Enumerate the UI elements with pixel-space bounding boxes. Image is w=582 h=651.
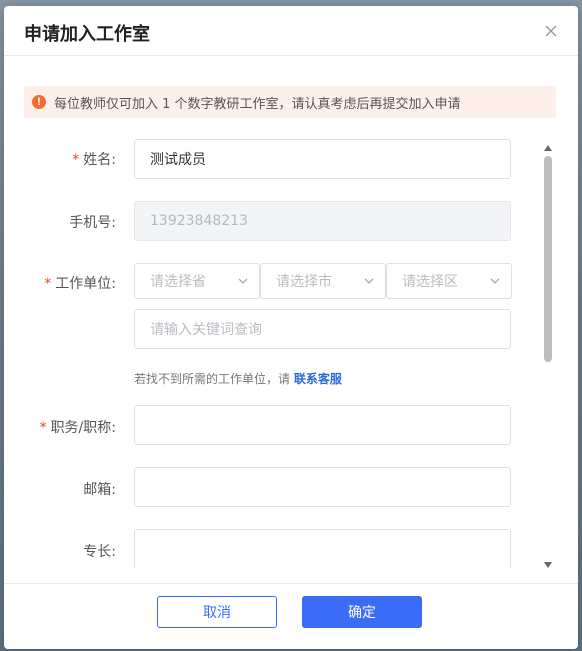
name-label: * 姓名: (72, 149, 116, 169)
scroll-thumb[interactable] (544, 156, 552, 362)
chevron-down-icon (364, 278, 374, 284)
specialty-label: 专长: (83, 544, 116, 560)
form-scrollbar[interactable] (541, 142, 555, 568)
alert-text: 每位教师仅可加入 1 个数字教研工作室，请认真考虑后再提交加入申请 (54, 96, 461, 112)
form-scroll-area: * 姓名: 测试成员 手机号: 13923848213 * 工作单位: 请选择省 请… (4, 136, 544, 568)
name-label-text: 姓名: (83, 152, 116, 168)
required-mark: * (72, 152, 80, 168)
cancel-button[interactable]: 取消 (157, 596, 277, 628)
workplace-search-input[interactable]: 请输入关键词查询 (134, 309, 511, 349)
specialty-input[interactable] (134, 529, 511, 568)
email-label: 邮箱: (83, 482, 116, 498)
scroll-up-arrow-icon[interactable] (544, 145, 552, 151)
name-input[interactable]: 测试成员 (134, 139, 511, 179)
position-input[interactable] (134, 405, 511, 445)
phone-label: 手机号: (69, 215, 116, 231)
district-select[interactable]: 请选择区 (386, 263, 512, 299)
workplace-label-text: 工作单位: (55, 276, 116, 292)
scroll-down-arrow-icon[interactable] (544, 562, 552, 568)
warning-alert: ! 每位教师仅可加入 1 个数字教研工作室，请认真考虑后再提交加入申请 (24, 86, 556, 118)
position-label: * 职务/职称: (40, 417, 116, 437)
hint-text: 若找不到所需的工作单位，请 (134, 372, 291, 386)
dialog-footer: 取消 确定 (4, 583, 578, 649)
city-select[interactable]: 请选择市 (260, 263, 386, 299)
workplace-hint: 若找不到所需的工作单位，请 联系客服 (134, 370, 342, 387)
exclamation-icon: ! (32, 95, 46, 109)
province-select[interactable]: 请选择省 (134, 263, 260, 299)
close-icon[interactable] (542, 22, 560, 40)
dialog-title: 申请加入工作室 (24, 24, 150, 45)
chevron-down-icon (238, 278, 248, 284)
email-input[interactable] (134, 467, 511, 507)
city-placeholder: 请选择市 (276, 274, 332, 290)
confirm-button[interactable]: 确定 (302, 596, 422, 628)
position-label-text: 职务/职称: (50, 420, 116, 436)
phone-input: 13923848213 (134, 201, 511, 241)
join-studio-dialog: 申请加入工作室 ! 每位教师仅可加入 1 个数字教研工作室，请认真考虑后再提交加… (4, 6, 578, 649)
required-mark: * (39, 420, 47, 436)
chevron-down-icon (490, 278, 500, 284)
dialog-header: 申请加入工作室 (4, 6, 578, 56)
required-mark: * (44, 276, 52, 292)
province-placeholder: 请选择省 (150, 274, 206, 290)
workplace-label: * 工作单位: (44, 273, 116, 293)
district-placeholder: 请选择区 (402, 274, 458, 290)
contact-support-link[interactable]: 联系客服 (294, 372, 342, 386)
